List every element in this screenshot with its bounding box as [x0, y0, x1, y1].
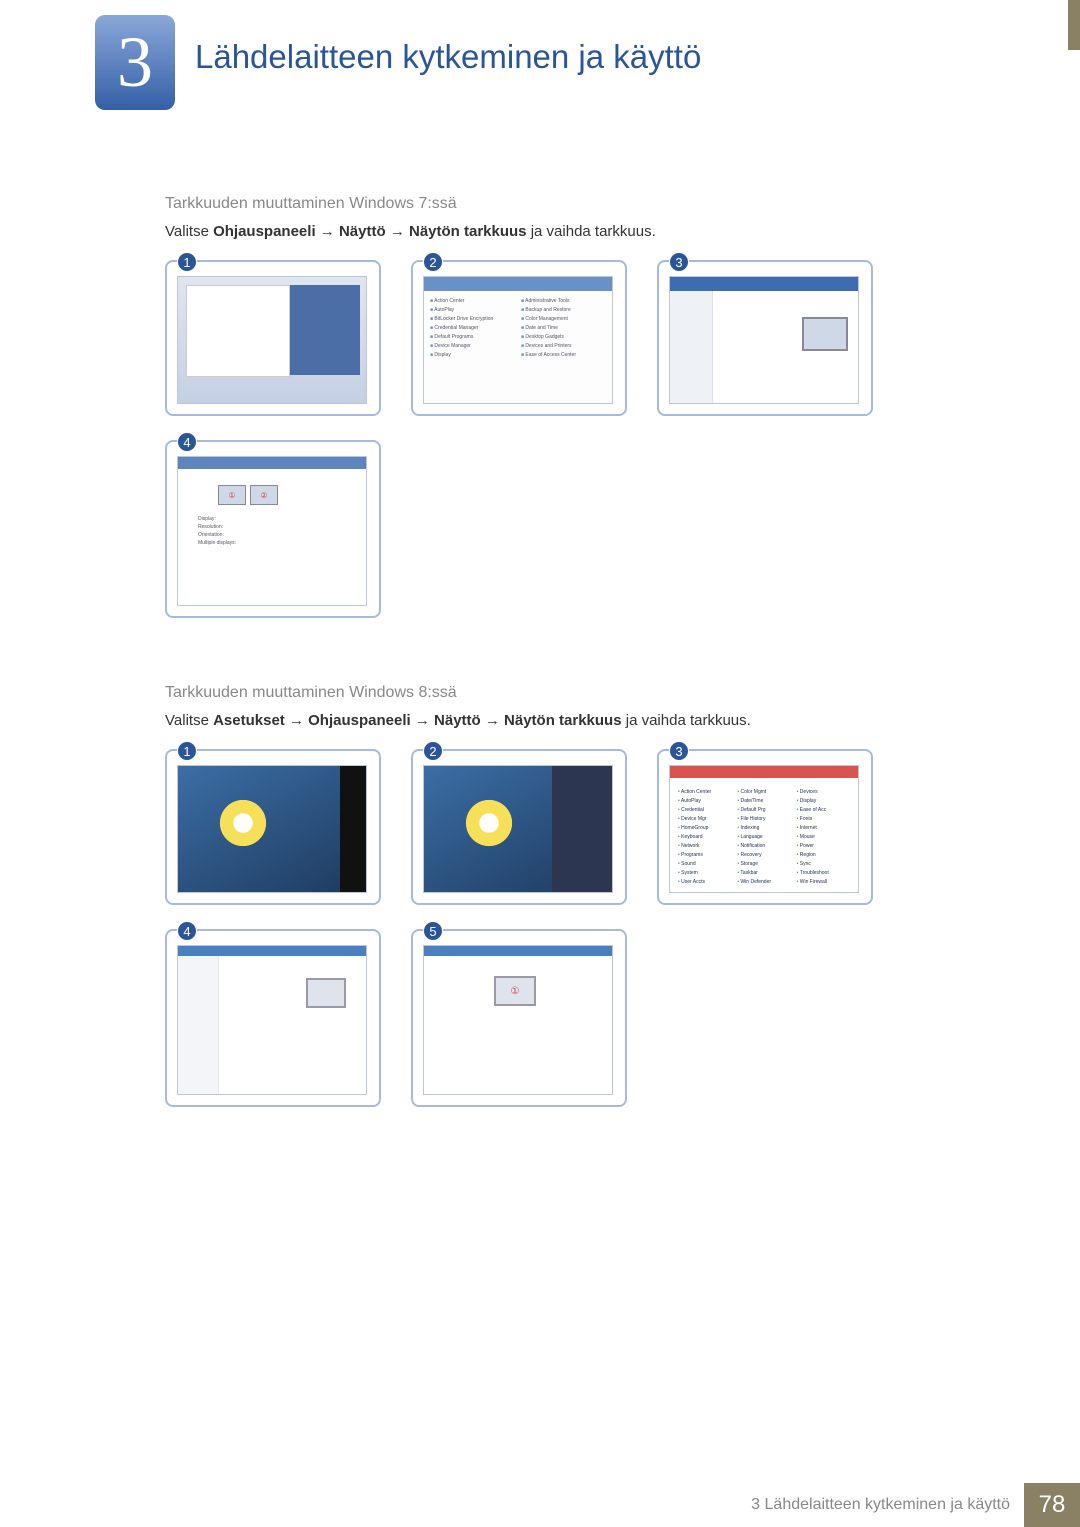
chapter-title: Lähdelaitteen kytkeminen ja käyttö: [195, 38, 701, 76]
win8-shot-2: 2: [411, 749, 627, 905]
win7-row2: 4 ① ② Display: Resolution: Orientation: …: [165, 440, 925, 618]
win7-heading: Tarkkuuden muuttaminen Windows 7:ssä: [165, 195, 925, 213]
page-content: Tarkkuuden muuttaminen Windows 7:ssä Val…: [165, 195, 925, 1131]
thumb-win8-display: [177, 945, 367, 1095]
badge-2: 2: [423, 252, 443, 272]
win7-shot-4: 4 ① ② Display: Resolution: Orientation: …: [165, 440, 381, 618]
thumb-win8-desktop: [177, 765, 367, 893]
footer-text: 3 Lähdelaitteen kytkeminen ja käyttö: [751, 1496, 1010, 1514]
win8-shot-4: 4: [165, 929, 381, 1107]
flower-wallpaper: [216, 796, 270, 850]
monitor-1: ①: [218, 485, 246, 505]
page-number: 78: [1024, 1483, 1080, 1527]
monitor-icon: [802, 317, 848, 351]
top-stripe: [1068, 0, 1080, 50]
badge-1: 1: [177, 252, 197, 272]
win7-shot-1: 1: [165, 260, 381, 416]
badge-3: 3: [669, 252, 689, 272]
thumb-win8-resolution: ①: [423, 945, 613, 1095]
thumb-win8-settings: [423, 765, 613, 893]
thumb-control-panel: Action CenterAdministrative Tools AutoPl…: [423, 276, 613, 404]
win7-shot-2: 2 Action CenterAdministrative Tools Auto…: [411, 260, 627, 416]
badge-3: 3: [669, 741, 689, 761]
badge-4: 4: [177, 921, 197, 941]
chapter-number: 3: [117, 21, 153, 104]
badge-4: 4: [177, 432, 197, 452]
win7-instruction: Valitse Ohjauspaneeli → Näyttö → Näytön …: [165, 223, 925, 240]
chapter-badge: 3: [95, 15, 175, 110]
win7-row1: 1 2 Action CenterAdministrative Tools Au…: [165, 260, 925, 416]
win8-shot-3: 3 Action CenterColor MgmtDevices AutoPla…: [657, 749, 873, 905]
monitor-1: ①: [494, 976, 536, 1006]
win8-row2: 4 5 ①: [165, 929, 925, 1107]
monitor-2: ②: [250, 485, 278, 505]
monitor-icon: [306, 978, 346, 1008]
badge-2: 2: [423, 741, 443, 761]
win8-instruction: Valitse Asetukset → Ohjauspaneeli → Näyt…: [165, 712, 925, 729]
thumb-resolution-dialog: ① ② Display: Resolution: Orientation: Mu…: [177, 456, 367, 606]
win7-shot-3: 3: [657, 260, 873, 416]
win8-heading: Tarkkuuden muuttaminen Windows 8:ssä: [165, 684, 925, 702]
win8-shot-5: 5 ①: [411, 929, 627, 1107]
thumb-startmenu: [177, 276, 367, 404]
thumb-win8-control-panel: Action CenterColor MgmtDevices AutoPlayD…: [669, 765, 859, 893]
badge-5: 5: [423, 921, 443, 941]
win8-row1: 1 2 3 Action CenterColor MgmtDevices Aut…: [165, 749, 925, 905]
win8-shot-1: 1: [165, 749, 381, 905]
thumb-display: [669, 276, 859, 404]
badge-1: 1: [177, 741, 197, 761]
settings-panel: [552, 766, 612, 892]
flower-wallpaper: [462, 796, 516, 850]
page-footer: 3 Lähdelaitteen kytkeminen ja käyttö 78: [0, 1483, 1080, 1527]
charms-bar: [340, 766, 366, 892]
